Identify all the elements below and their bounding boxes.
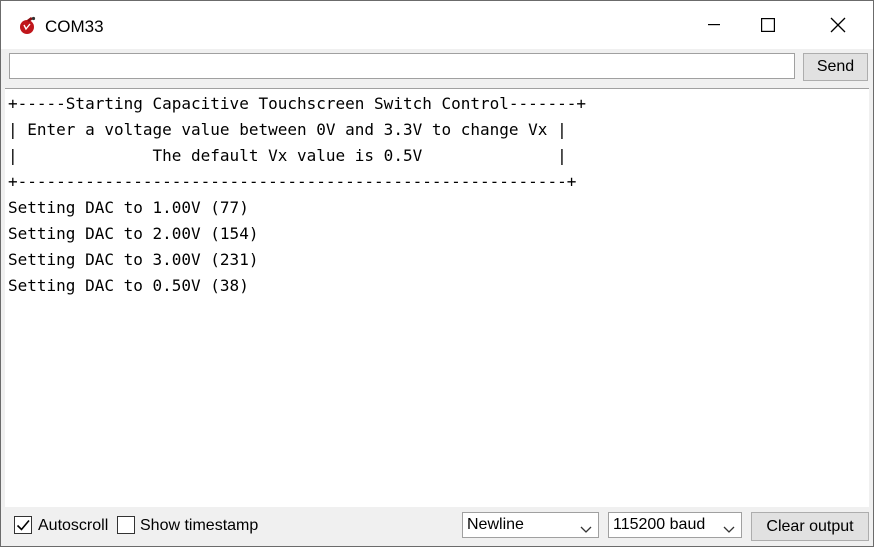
output-line: Setting DAC to 0.50V (38): [8, 276, 249, 295]
baud-rate-select[interactable]: 115200 baud: [608, 512, 742, 538]
chevron-down-icon: [723, 521, 735, 539]
serial-command-input[interactable]: [9, 53, 795, 79]
chevron-down-icon: [580, 521, 592, 539]
clear-output-button[interactable]: Clear output: [751, 512, 869, 541]
maximize-icon: [761, 18, 775, 32]
baud-rate-value: 115200 baud: [613, 516, 706, 533]
output-line: +---------------------------------------…: [8, 172, 577, 191]
serial-output-area[interactable]: +-----Starting Capacitive Touchscreen Sw…: [5, 88, 869, 508]
show-timestamp-label[interactable]: Show timestamp: [140, 517, 258, 535]
output-line: Setting DAC to 2.00V (154): [8, 224, 259, 243]
window-title: COM33: [45, 17, 104, 36]
show-timestamp-checkbox[interactable]: [117, 516, 135, 534]
output-line: Setting DAC to 1.00V (77): [8, 198, 249, 217]
serial-monitor-window: COM33 Send +-----Starting Capacitive Tou…: [0, 0, 874, 547]
output-line: +-----Starting Capacitive Touchscreen Sw…: [8, 94, 586, 113]
command-row: Send: [1, 49, 873, 87]
close-button[interactable]: [815, 1, 861, 49]
app-icon: [18, 16, 38, 36]
maximize-button[interactable]: [745, 1, 791, 49]
minimize-icon: [708, 24, 720, 26]
line-ending-value: Newline: [467, 516, 524, 533]
minimize-button[interactable]: [691, 1, 737, 49]
bottom-toolbar: Autoscroll Show timestamp Newline 115200…: [1, 507, 873, 546]
line-ending-select[interactable]: Newline: [462, 512, 599, 538]
output-line: Setting DAC to 3.00V (231): [8, 250, 259, 269]
autoscroll-label[interactable]: Autoscroll: [38, 517, 108, 535]
title-bar[interactable]: COM33: [1, 1, 873, 49]
autoscroll-checkbox[interactable]: [14, 516, 32, 534]
send-button[interactable]: Send: [803, 53, 868, 81]
close-icon: [830, 17, 846, 33]
output-line: | Enter a voltage value between 0V and 3…: [8, 120, 567, 139]
output-line: | The default Vx value is 0.5V |: [8, 146, 567, 165]
checkmark-icon: [16, 519, 30, 531]
